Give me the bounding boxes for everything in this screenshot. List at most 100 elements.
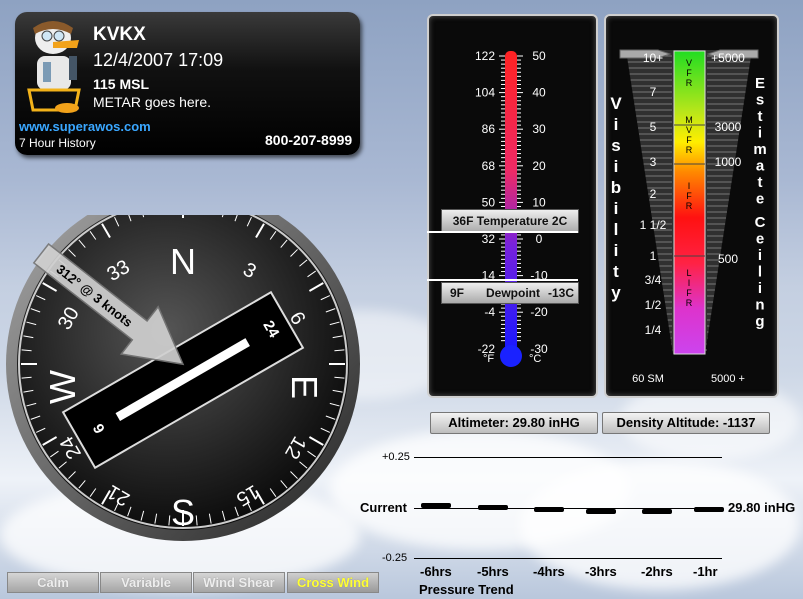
- variable-indicator[interactable]: Variable: [100, 572, 192, 593]
- ceiling-tick-label: 3000: [715, 120, 742, 134]
- ceiling-title-letter: C: [755, 214, 766, 231]
- ceiling-title-letter: m: [753, 141, 766, 158]
- pressure-current-label: Current: [360, 500, 407, 515]
- compass-east-label: E: [284, 375, 325, 399]
- visibility-title-letter: l: [614, 220, 619, 239]
- pressure-trend-bar: [534, 507, 564, 512]
- compass-west-label: W: [42, 370, 83, 404]
- ceiling-title-letter: i: [758, 247, 762, 264]
- celsius-unit: °C: [529, 353, 541, 365]
- pressure-trend-bar: [642, 509, 672, 514]
- pressure-trend-bar: [586, 509, 616, 514]
- lifr-label: F: [686, 288, 692, 298]
- celsius-tick-label: 0: [536, 232, 543, 246]
- visibility-ceiling-gauge: VFRMVFRIFRLIFR 10+75321 1/213/41/21/4 +5…: [610, 49, 767, 385]
- visibility-title-letter: i: [614, 241, 619, 260]
- ceiling-title-letter: t: [758, 174, 763, 191]
- altimeter-readout: Altimeter: 29.80 inHG: [430, 412, 598, 434]
- celsius-tick-label: 10: [532, 195, 546, 209]
- thermometer-tube: [505, 51, 517, 351]
- pressure-trend-title: Pressure Trend: [419, 582, 514, 597]
- ceiling-tick-label: 500: [718, 252, 738, 266]
- dewpoint-readout: 9F Dewpoint -13C: [441, 282, 579, 304]
- calm-indicator[interactable]: Calm: [7, 572, 99, 593]
- visibility-title-letter: t: [613, 262, 619, 281]
- ceiling-title-letter: i: [758, 280, 762, 297]
- ceiling-title-letter: e: [756, 191, 764, 208]
- ifr-label: I: [688, 181, 691, 191]
- pressure-hour-label: -6hrs: [420, 564, 452, 579]
- visibility-title-letter: s: [611, 136, 620, 155]
- visibility-title-letter: i: [614, 199, 619, 218]
- celsius-tick-label: 20: [532, 159, 546, 173]
- visibility-title-letter: V: [610, 94, 622, 113]
- ceiling-title-letter: s: [756, 92, 764, 109]
- ceiling-title-letter: e: [756, 231, 764, 248]
- thermometer: 1221048668503214-4-2250403020100-10-20-3…: [475, 49, 548, 367]
- fahrenheit-tick-label: 32: [482, 232, 496, 246]
- ceiling-title-letter: a: [756, 158, 765, 175]
- field-elevation: 115 MSL: [93, 76, 150, 92]
- fahrenheit-tick-label: 68: [482, 159, 496, 173]
- station-id: KVKX: [93, 24, 146, 45]
- pressure-bottom-line: [414, 558, 722, 559]
- wind-compass: N S E W 3 6 12 15 21 24 30 33 24 6 312° …: [6, 215, 360, 541]
- visibility-title-letter: i: [614, 157, 619, 176]
- visibility-title-letter: y: [611, 283, 621, 302]
- fahrenheit-unit: °F: [483, 353, 494, 365]
- ceiling-tick-label: 1000: [715, 155, 742, 169]
- ceiling-tick-label: +5000: [711, 51, 745, 65]
- vfr-label: F: [686, 68, 692, 78]
- vfr-label: R: [686, 78, 693, 88]
- pressure-trend-bar: [694, 507, 724, 512]
- fahrenheit-tick-label: 122: [475, 49, 495, 63]
- pressure-bottom-label: -0.25: [382, 552, 408, 564]
- metar-text: METAR goes here.: [93, 94, 212, 110]
- visibility-tick-label: 2: [650, 187, 657, 201]
- pressure-trend-bar: [421, 503, 451, 508]
- pressure-hour-label: -4hrs: [533, 564, 565, 579]
- compass-north-label: N: [170, 241, 196, 282]
- visibility-tick-label: 7: [650, 85, 657, 99]
- lifr-label: R: [686, 298, 693, 308]
- pressure-hour-label: -5hrs: [477, 564, 509, 579]
- pressure-hour-label: -1hr: [693, 564, 718, 579]
- ceiling-title-letter: g: [755, 313, 764, 330]
- pressure-top-label: +0.25: [382, 451, 410, 463]
- temperature-marker: [427, 231, 578, 233]
- mvfr-label: F: [686, 135, 692, 145]
- celsius-tick-label: -20: [530, 305, 548, 319]
- website-link[interactable]: www.superawos.com: [19, 119, 151, 134]
- lifr-label: I: [688, 278, 691, 288]
- pressure-current-value: 29.80 inHG: [728, 500, 796, 515]
- fahrenheit-tick-label: 104: [475, 86, 495, 100]
- celsius-tick-label: 30: [532, 122, 546, 136]
- cross-wind-indicator[interactable]: Cross Wind: [287, 572, 379, 593]
- pressure-hour-label: -3hrs: [585, 564, 617, 579]
- ifr-label: F: [686, 191, 692, 201]
- visibility-title-letter: b: [611, 178, 621, 197]
- pressure-trend-bar: [478, 505, 508, 510]
- ifr-label: R: [686, 201, 693, 211]
- visibility-tick-label: 1/4: [645, 323, 662, 337]
- history-link[interactable]: 7 Hour History: [19, 136, 96, 150]
- visibility-tick-label: 10+: [643, 51, 663, 65]
- ceiling-title-letter: n: [755, 297, 764, 314]
- mvfr-label: R: [686, 145, 693, 155]
- ceiling-bottom-label: 5000 +: [711, 373, 745, 385]
- wind-shear-indicator[interactable]: Wind Shear: [193, 572, 285, 593]
- compass-south-label: S: [171, 492, 195, 533]
- visibility-bottom-label: 60 SM: [632, 373, 664, 385]
- density-altitude-readout: Density Altitude: -1137: [602, 412, 770, 434]
- dewpoint-c: -13C: [547, 286, 574, 300]
- fahrenheit-tick-label: 86: [482, 122, 496, 136]
- mvfr-label: M: [685, 115, 693, 125]
- visibility-title-letter: i: [614, 115, 619, 134]
- observation-datetime: 12/4/2007 17:09: [93, 50, 224, 70]
- pressure-top-line: [414, 457, 722, 458]
- temperature-readout: 36F Temperature 2C: [441, 209, 579, 233]
- visibility-tick-label: 5: [650, 120, 657, 134]
- visibility-tick-label: 1: [650, 249, 657, 263]
- visibility-tick-label: 3: [650, 155, 657, 169]
- celsius-tick-label: 40: [532, 86, 546, 100]
